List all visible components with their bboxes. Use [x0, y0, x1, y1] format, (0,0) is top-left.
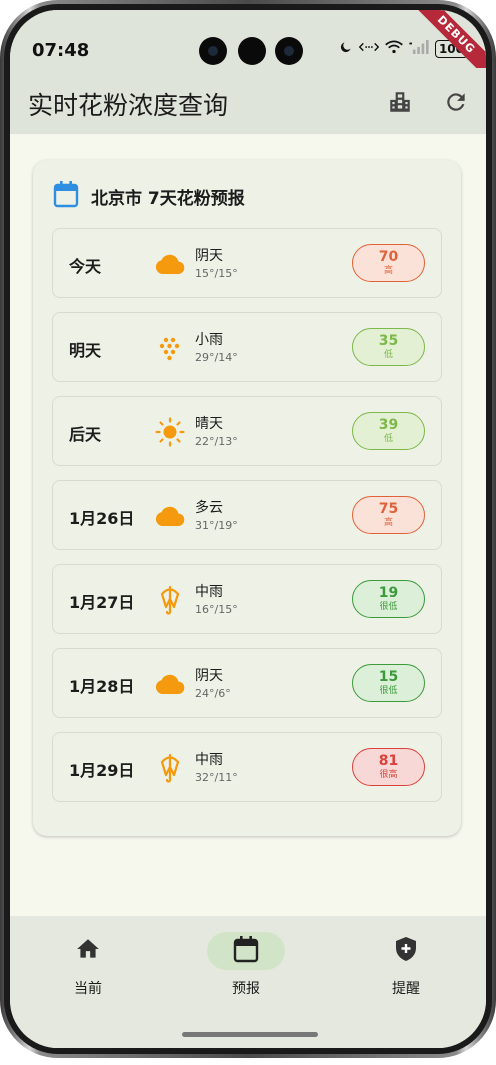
temperature-range: 16°/15°	[195, 603, 238, 616]
pollen-badge: 39 低	[352, 412, 425, 450]
pollen-value: 39	[378, 417, 399, 433]
forecast-day: 1月27日	[69, 593, 135, 612]
weather-condition: 阴天	[195, 668, 223, 684]
signal-icon	[409, 40, 429, 58]
pollen-badge: 81 很高	[352, 748, 425, 786]
pollen-level: 高	[383, 266, 393, 276]
content-area: 北京市 7天花粉预报 今天 阴天 15°/15° 70 高明天 小雨 29°/14° 35 低后…	[10, 134, 486, 916]
camera-icon	[199, 37, 227, 65]
shield-plus-icon	[394, 936, 418, 966]
device-bezel: 07:48 100 DEBUG 实时花粉浓度查询 北京市 7天花粉预报 今天 阴…	[4, 4, 492, 1054]
forecast-row[interactable]: 1月28日 阴天 24°/6° 15 很低	[52, 648, 442, 718]
pollen-badge: 35 低	[352, 328, 425, 366]
nav-label: 提醒	[392, 981, 420, 997]
page-title: 实时花粉浓度查询	[28, 91, 229, 120]
app-bar: 实时花粉浓度查询	[10, 68, 486, 134]
pollen-level: 低	[383, 350, 393, 360]
forecast-row[interactable]: 1月29日 中雨 32°/11° 81 很高	[52, 732, 442, 802]
rain-dots-icon	[153, 333, 187, 363]
pollen-badge: 15 很低	[352, 664, 425, 702]
pollen-value: 35	[378, 333, 399, 349]
pollen-badge: 70 高	[352, 244, 425, 282]
umbrella-icon	[153, 585, 187, 615]
card-header: 北京市 7天花粉预报	[53, 180, 245, 212]
weather-condition: 小雨	[195, 332, 223, 348]
data-transfer-icon	[358, 40, 380, 58]
device-frame: 07:48 100 DEBUG 实时花粉浓度查询 北京市 7天花粉预报 今天 阴…	[0, 0, 496, 1058]
nav-label: 当前	[74, 981, 102, 997]
pollen-value: 81	[378, 753, 399, 769]
weather-condition: 多云	[195, 500, 223, 516]
nav-icon-container	[49, 932, 127, 970]
home-indicator	[182, 1032, 318, 1037]
refresh-icon[interactable]	[442, 88, 470, 116]
pollen-level: 高	[383, 518, 393, 528]
forecast-day: 后天	[69, 425, 102, 444]
pollen-value: 75	[378, 501, 399, 517]
weather-condition: 晴天	[195, 416, 223, 432]
nav-item-forecast[interactable]: 预报	[196, 932, 296, 998]
status-icons: 100	[339, 40, 468, 58]
moon-icon	[339, 40, 353, 58]
forecast-day: 今天	[69, 257, 102, 276]
camera-icon	[275, 37, 303, 65]
weather-condition: 阴天	[195, 248, 223, 264]
forecast-row[interactable]: 1月27日 中雨 16°/15° 19 很低	[52, 564, 442, 634]
pollen-level: 很低	[379, 602, 398, 612]
weather-condition: 中雨	[195, 752, 223, 768]
pollen-badge: 19 很低	[352, 580, 425, 618]
cloud-icon	[153, 249, 187, 279]
forecast-card: 北京市 7天花粉预报 今天 阴天 15°/15° 70 高明天 小雨 29°/14° 35 低后…	[33, 160, 461, 836]
pollen-level: 很低	[379, 686, 398, 696]
pollen-badge: 75 高	[352, 496, 425, 534]
temperature-range: 24°/6°	[195, 687, 231, 700]
nav-icon-container	[367, 932, 445, 970]
status-time: 07:48	[32, 40, 90, 61]
card-title: 北京市 7天花粉预报	[91, 188, 245, 209]
calendar-icon	[233, 935, 259, 967]
cloud-icon	[153, 669, 187, 699]
umbrella-icon	[153, 753, 187, 783]
sun-icon	[153, 417, 187, 447]
city-icon[interactable]	[386, 88, 414, 116]
cloud-icon	[153, 501, 187, 531]
nav-item-current[interactable]: 当前	[38, 932, 138, 998]
temperature-range: 15°/15°	[195, 267, 238, 280]
wifi-icon	[385, 40, 403, 58]
pollen-value: 19	[378, 585, 399, 601]
nav-label: 预报	[232, 981, 260, 997]
bottom-navigation: 当前 预报 提醒	[10, 916, 486, 1048]
forecast-row[interactable]: 今天 阴天 15°/15° 70 高	[52, 228, 442, 298]
weather-condition: 中雨	[195, 584, 223, 600]
pollen-value: 15	[378, 669, 399, 685]
temperature-range: 22°/13°	[195, 435, 238, 448]
home-icon	[75, 936, 101, 966]
pollen-level: 低	[383, 434, 393, 444]
pollen-level: 很高	[379, 770, 398, 780]
screen: 07:48 100 DEBUG 实时花粉浓度查询 北京市 7天花粉预报 今天 阴…	[10, 10, 486, 1048]
nav-icon-container	[207, 932, 285, 970]
forecast-day: 1月28日	[69, 677, 135, 696]
forecast-row[interactable]: 1月26日 多云 31°/19° 75 高	[52, 480, 442, 550]
camera-icon	[238, 37, 266, 65]
temperature-range: 31°/19°	[195, 519, 238, 532]
forecast-day: 1月26日	[69, 509, 135, 528]
calendar-icon	[53, 180, 79, 212]
forecast-day: 明天	[69, 341, 102, 360]
forecast-row[interactable]: 后天 晴天 22°/13° 39 低	[52, 396, 442, 466]
pollen-value: 70	[378, 249, 399, 265]
temperature-range: 29°/14°	[195, 351, 238, 364]
forecast-row[interactable]: 明天 小雨 29°/14° 35 低	[52, 312, 442, 382]
nav-item-reminders[interactable]: 提醒	[356, 932, 456, 998]
temperature-range: 32°/11°	[195, 771, 238, 784]
forecast-day: 1月29日	[69, 761, 135, 780]
